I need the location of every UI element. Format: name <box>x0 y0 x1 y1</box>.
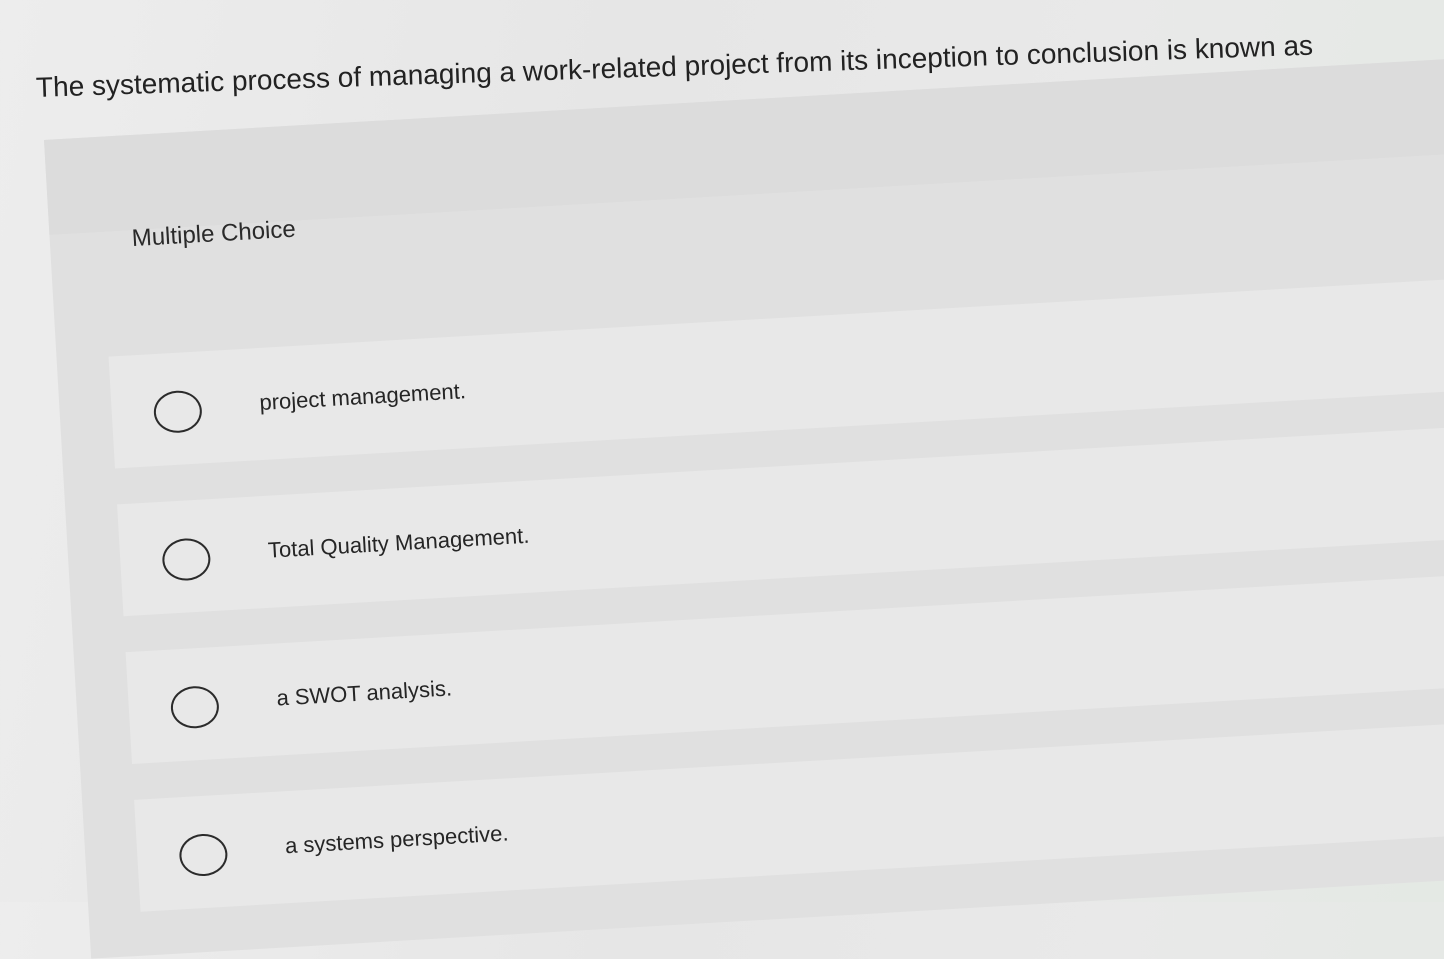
radio-unselected-icon[interactable] <box>169 684 221 730</box>
radio-unselected-icon[interactable] <box>178 832 229 878</box>
answer-option-label: project management. <box>258 378 467 416</box>
answer-option-label: Total Quality Management. <box>267 522 530 563</box>
radio-unselected-icon[interactable] <box>161 537 212 582</box>
answer-option-label: a systems perspective. <box>284 820 510 859</box>
multiple-choice-panel: Multiple Choice project management. Tota… <box>44 57 1444 959</box>
answer-option-label: a SWOT analysis. <box>275 675 453 711</box>
radio-unselected-icon[interactable] <box>152 389 204 435</box>
